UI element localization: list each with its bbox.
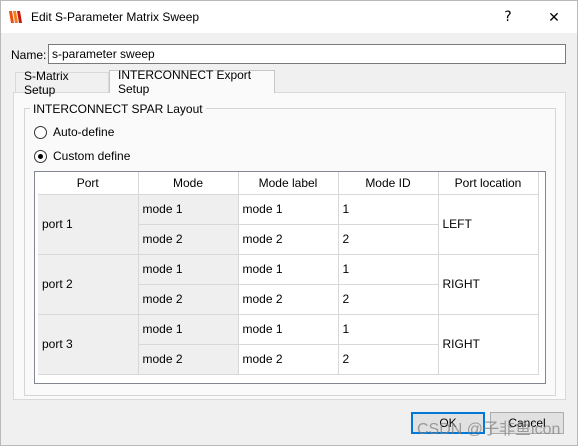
header-port: Port xyxy=(38,172,139,195)
mode-label-cell[interactable]: mode 1 xyxy=(238,194,339,225)
close-icon[interactable]: ✕ xyxy=(531,1,577,33)
mode-cell[interactable]: mode 2 xyxy=(138,284,239,315)
custom-define-option[interactable]: Custom define xyxy=(34,149,130,163)
tab-interconnect-export-setup[interactable]: INTERCONNECT Export Setup xyxy=(109,68,275,96)
port-cell[interactable]: port 3 xyxy=(38,314,139,375)
mode-id-cell[interactable]: 1 xyxy=(338,194,439,225)
mode-id-cell[interactable]: 1 xyxy=(338,314,439,345)
auto-define-option[interactable]: Auto-define xyxy=(34,125,114,139)
name-label: Name: xyxy=(11,48,47,62)
header-port-location: Port location xyxy=(438,172,539,195)
mode-cell[interactable]: mode 1 xyxy=(138,254,239,285)
auto-define-label: Auto-define xyxy=(53,125,115,139)
mode-label-cell[interactable]: mode 2 xyxy=(238,344,339,375)
port-cell[interactable]: port 1 xyxy=(38,194,139,255)
mode-id-cell[interactable]: 2 xyxy=(338,344,439,375)
mode-cell[interactable]: mode 2 xyxy=(138,224,239,255)
ok-button[interactable]: OK xyxy=(411,412,485,434)
group-title: INTERCONNECT SPAR Layout xyxy=(30,102,206,116)
header-mode-label: Mode label xyxy=(238,172,339,195)
window-title: Edit S-Parameter Matrix Sweep xyxy=(31,10,200,24)
mode-label-cell[interactable]: mode 1 xyxy=(238,314,339,345)
lumerical-logo-icon xyxy=(8,9,24,25)
table-header-row: Port Mode Mode label Mode ID Port locati… xyxy=(38,172,539,195)
mode-cell[interactable]: mode 1 xyxy=(138,194,239,225)
mode-cell[interactable]: mode 1 xyxy=(138,314,239,345)
table-row: port 2 mode 1 mode 1 1 RIGHT xyxy=(38,254,539,315)
auto-define-radio[interactable] xyxy=(34,125,47,139)
port-location-cell[interactable]: RIGHT xyxy=(438,314,539,375)
port-cell[interactable]: port 2 xyxy=(38,254,139,315)
dialog-window: Edit S-Parameter Matrix Sweep ? ✕ Name: … xyxy=(0,0,578,446)
header-mode-id: Mode ID xyxy=(338,172,439,195)
table-row: port 3 mode 1 mode 1 1 RIGHT xyxy=(38,314,539,375)
title-bar: Edit S-Parameter Matrix Sweep ? ✕ xyxy=(1,1,577,33)
port-location-cell[interactable]: RIGHT xyxy=(438,254,539,315)
port-location-cell[interactable]: LEFT xyxy=(438,194,539,255)
mode-cell[interactable]: mode 2 xyxy=(138,344,239,375)
custom-define-label: Custom define xyxy=(53,149,131,163)
cancel-button[interactable]: Cancel xyxy=(490,412,564,434)
tab-s-matrix-setup[interactable]: S-Matrix Setup xyxy=(15,69,109,97)
mode-label-cell[interactable]: mode 2 xyxy=(238,224,339,255)
spar-layout-table: Port Mode Mode label Mode ID Port locati… xyxy=(38,172,539,375)
mode-label-cell[interactable]: mode 1 xyxy=(238,254,339,285)
help-icon[interactable]: ? xyxy=(485,1,531,33)
custom-define-radio[interactable] xyxy=(34,149,47,163)
name-input[interactable] xyxy=(48,44,566,64)
mode-id-cell[interactable]: 2 xyxy=(338,224,439,255)
mode-id-cell[interactable]: 1 xyxy=(338,254,439,285)
header-mode: Mode xyxy=(138,172,239,195)
table-row: port 1 mode 1 mode 1 1 LEFT xyxy=(38,194,539,255)
mode-id-cell[interactable]: 2 xyxy=(338,284,439,315)
mode-label-cell[interactable]: mode 2 xyxy=(238,284,339,315)
